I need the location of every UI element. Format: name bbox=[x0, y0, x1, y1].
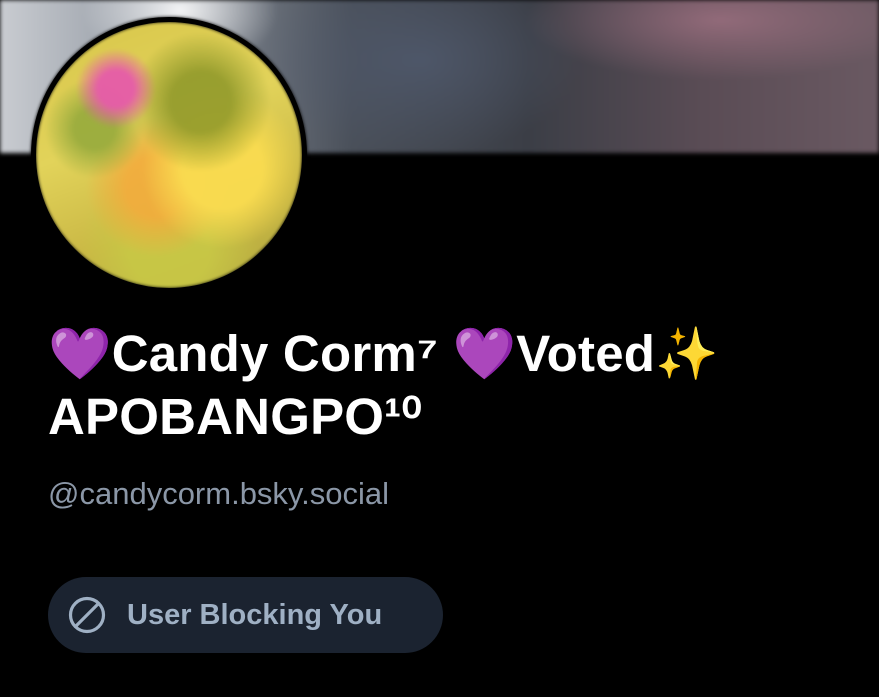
avatar-border bbox=[31, 17, 307, 293]
profile-display-name: 💜Candy Corm⁷ 💜Voted✨ APOBANGPO¹⁰ bbox=[48, 325, 719, 445]
user-blocking-you-badge[interactable]: User Blocking You bbox=[48, 577, 443, 653]
block-status-label: User Blocking You bbox=[127, 599, 383, 631]
ban-icon bbox=[67, 595, 107, 635]
profile-handle: @candycorm.bsky.social bbox=[48, 476, 389, 511]
profile-page: 💜Candy Corm⁷ 💜Voted✨ APOBANGPO¹⁰ @candyc… bbox=[0, 0, 879, 697]
